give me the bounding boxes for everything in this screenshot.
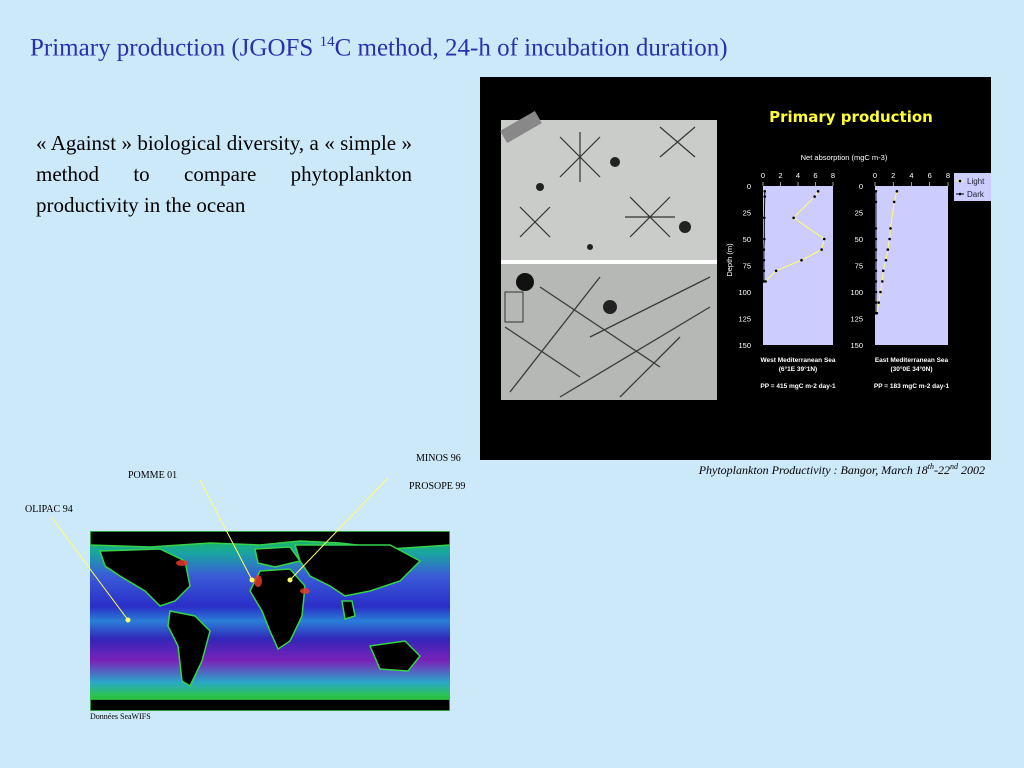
data-point-light [774,269,778,273]
x-tick-label: 0 [761,171,765,180]
x-tick-label: 4 [909,171,913,180]
y-tick-label: 75 [743,262,751,271]
data-point-light [813,195,816,198]
data-point-light [881,280,884,283]
data-point-light [879,290,882,294]
y-tick-label: 125 [850,315,863,324]
x-tick-label: 0 [873,171,877,180]
figure-svg: Primary production Net absorption (mgC m… [500,108,991,400]
y-tick-label: 75 [855,262,863,271]
data-point-dark [874,200,878,204]
plankton-photo-bottom [501,264,717,400]
x-tick-label: 8 [946,171,950,180]
data-point-dark [762,280,766,283]
figure-caption: Phytoplankton Productivity : Bangor, Mar… [698,462,985,477]
data-point-dark [763,195,767,198]
panel-coords: (6°1E 39°1N) [779,365,817,373]
x-tick-label: 8 [831,171,835,180]
plot-area [875,186,948,345]
data-point-light [820,248,823,251]
x-tick-label: 2 [891,171,895,180]
map-label-olipac: OLIPAC 94 [25,504,73,515]
data-point-dark [874,227,878,230]
depth-profile-panel-2: 0 2 4 6 8 0 25 50 75 100 125 150 East Mediterranean … [850,171,950,390]
data-point-dark [763,216,766,220]
x-tick-label: 6 [813,171,817,180]
y-tick-label: 25 [743,209,751,218]
panel-name: West Mediterranean Sea [760,357,835,364]
legend-label-dark: Dark [967,190,985,199]
y-tick-label: 100 [738,288,751,297]
y-tick-label: 125 [738,315,751,324]
y-tick-label: 25 [855,209,863,218]
slide-title: Primary production (JGOFS 14C method, 24… [30,34,728,62]
data-point-dark [763,237,766,241]
legend-marker-light [958,179,962,183]
data-point-light [881,269,885,273]
data-point-dark [874,301,878,304]
legend-marker-dark [958,192,962,196]
data-point-light [895,190,899,193]
data-point-dark [763,190,767,193]
figure-panel: Primary production Net absorption (mgC m… [480,77,991,460]
data-point-dark [874,248,878,251]
data-point-light [886,248,890,251]
data-point-light [792,216,795,220]
chart-title: Primary production [769,108,933,126]
x-tick-label: 4 [796,171,800,180]
data-point-light [888,237,891,241]
y-tick-label: 0 [747,182,751,191]
y-tick-label: 50 [743,235,751,244]
chart-legend: Light Dark [954,173,991,201]
data-point-light [877,301,880,304]
photo-divider [501,260,717,264]
y-tick-label: 0 [859,182,863,191]
data-point-dark [762,248,766,251]
seawifs-world-map [90,531,450,711]
data-point-light [800,258,803,262]
panel-coords: (30°0E 34°0N) [890,365,932,373]
data-point-dark [874,311,878,315]
data-point-light [822,237,826,241]
data-point-dark [762,258,766,262]
plot-area [763,186,833,345]
panel-pp-label: PP = 183 mgC m-2 day-1 [874,383,950,390]
data-point-dark [874,280,878,283]
y-tick-label: 150 [738,341,751,350]
x-tick-label: 6 [928,171,932,180]
x-axis-label: Net absorption (mgC m-3) [801,153,888,162]
data-point-dark [762,269,766,273]
slide-body-text: « Against » biological diversity, a « si… [36,131,412,217]
y-axis-label: Depth (m) [725,243,734,277]
legend-label-light: Light [967,177,985,186]
x-tick-label: 2 [778,171,782,180]
data-point-dark [874,290,878,294]
plankton-photo-top [500,110,717,260]
map-label-pomme: POMME 01 [128,470,178,481]
data-point-dark [874,237,878,241]
data-point-dark [874,269,878,273]
data-point-light [892,200,896,204]
data-point-light [884,258,888,262]
data-point-dark [874,190,878,193]
map-source: Données SeaWIFS [90,712,151,721]
y-tick-label: 100 [850,288,863,297]
y-tick-label: 50 [855,235,863,244]
panel-name: East Mediterranean Sea [875,357,949,364]
y-tick-label: 150 [850,341,863,350]
data-point-dark [874,258,878,262]
panel-pp-label: PP = 415 mgC m-2 day-1 [760,383,836,390]
map-label-prosope: PROSOPE 99 [409,481,466,492]
data-point-light [816,190,820,193]
data-point-light [889,227,892,230]
depth-profile-panel-1: 0 2 4 6 8 0 25 50 75 100 125 150 West Mediterranean … [738,171,835,390]
map-label-minos: MINOS 96 [416,453,461,464]
